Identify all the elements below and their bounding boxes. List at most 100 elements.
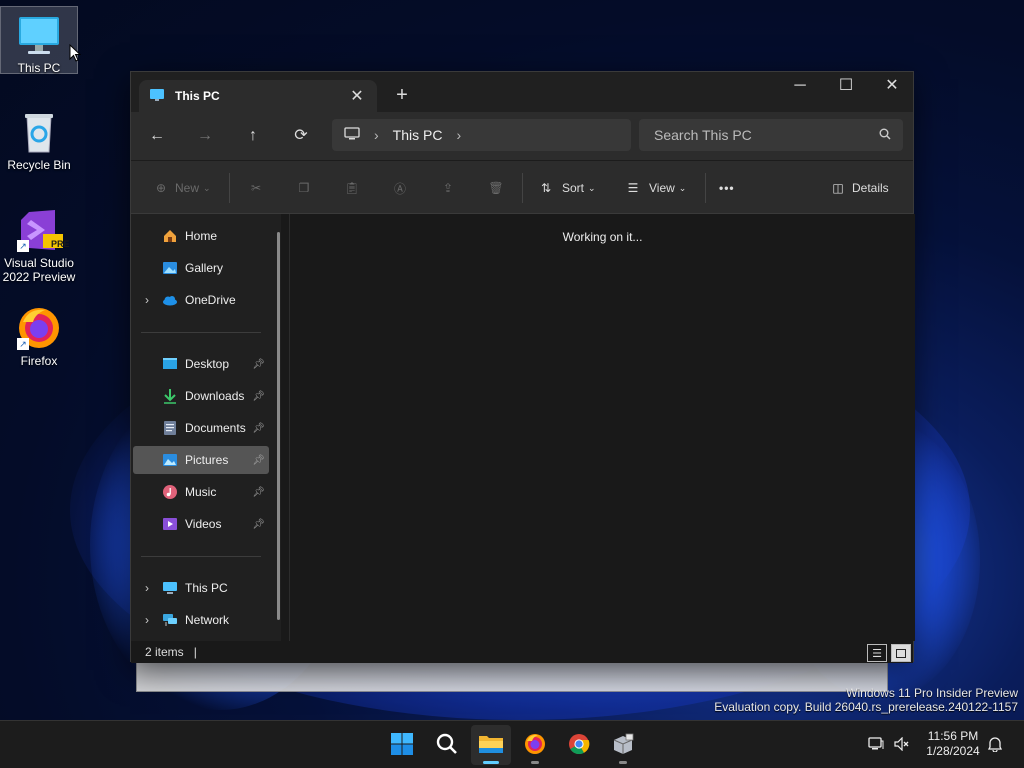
sidebar-item-videos[interactable]: Videos 📌︎ <box>133 510 269 538</box>
toolbar-divider <box>522 173 523 203</box>
view-button[interactable]: ☰ View ⌄ <box>623 175 687 201</box>
sidebar-item-label: Pictures <box>185 453 229 467</box>
sidebar-item-music[interactable]: Music 📌︎ <box>133 478 269 506</box>
sidebar-item-desktop[interactable]: Desktop 📌︎ <box>133 350 269 378</box>
search-box[interactable]: Search This PC <box>639 119 903 151</box>
pin-icon[interactable]: 📌︎ <box>252 519 265 530</box>
minimize-button[interactable]: ─ <box>777 72 823 102</box>
sidebar-item-onedrive[interactable]: › OneDrive <box>133 286 269 314</box>
folder-icon <box>478 733 504 758</box>
volume-muted-icon[interactable] <box>890 736 914 754</box>
file-list-pane[interactable]: Working on it... <box>289 214 915 641</box>
chevron-down-icon: ⌄ <box>678 182 687 193</box>
package-taskbar-button[interactable] <box>603 725 643 765</box>
chevron-right-icon[interactable]: › <box>133 293 161 307</box>
desktop-icon-visual-studio[interactable]: PRE ↗ Visual Studio 2022 Preview <box>0 202 78 284</box>
maximize-button[interactable]: ☐ <box>823 72 869 102</box>
home-icon <box>161 227 179 245</box>
chevron-right-icon[interactable]: › <box>133 581 161 595</box>
firefox-icon <box>523 732 547 759</box>
chrome-taskbar-button[interactable] <box>559 725 599 765</box>
sidebar-item-this-pc[interactable]: › This PC <box>133 574 269 602</box>
pictures-icon <box>161 451 179 469</box>
breadcrumb-this-pc[interactable]: This PC <box>393 127 443 143</box>
cloud-icon <box>161 291 179 309</box>
pin-icon[interactable]: 📌︎ <box>252 359 265 370</box>
sort-icon: ⇅ <box>540 181 552 195</box>
desktop-icon-this-pc[interactable]: This PC <box>0 6 78 75</box>
navigation-pane: Home Gallery › OneDrive Desktop 📌︎ Downl… <box>131 214 281 641</box>
notification-button[interactable] <box>987 721 1003 768</box>
chevron-right-icon: › <box>374 127 379 143</box>
paste-button[interactable]: 📋︎ <box>342 175 362 201</box>
details-pane-button[interactable]: ◫ Details <box>828 175 889 201</box>
share-button[interactable]: ⇪ <box>438 175 458 201</box>
delete-button[interactable]: 🗑︎ <box>486 175 506 201</box>
title-bar[interactable]: This PC ✕ + ─ ☐ ✕ <box>131 72 913 112</box>
firefox-taskbar-button[interactable] <box>515 725 555 765</box>
clock[interactable]: 11:56 PM 1/28/2024 <box>920 729 986 759</box>
sidebar-item-home[interactable]: Home <box>133 222 269 250</box>
toolbar-divider <box>705 173 706 203</box>
watermark-line-2: Evaluation copy. Build 26040.rs_prerelea… <box>714 700 1018 714</box>
sidebar-item-label: Network <box>185 613 230 627</box>
up-arrow-icon[interactable]: ↑ <box>237 122 269 150</box>
sort-label: Sort <box>562 181 585 195</box>
pin-icon[interactable]: 📌︎ <box>252 391 265 402</box>
trash-icon: 🗑︎ <box>488 181 504 195</box>
chevron-right-icon[interactable]: › <box>133 613 161 627</box>
large-icons-view-button[interactable] <box>891 644 911 662</box>
sidebar-item-downloads[interactable]: Downloads 📌︎ <box>133 382 269 410</box>
copy-button[interactable]: ❐ <box>294 175 314 201</box>
cut-button[interactable]: ✂ <box>246 175 266 201</box>
share-icon: ⇪ <box>442 181 454 195</box>
view-label: View <box>649 181 675 195</box>
sidebar-item-label: Videos <box>185 517 222 531</box>
search-button[interactable] <box>427 725 467 765</box>
new-button[interactable]: ⊕ New ⌄ <box>151 175 211 201</box>
monitor-icon <box>149 87 165 106</box>
close-tab-icon[interactable]: ✕ <box>347 86 367 106</box>
details-view-button[interactable]: ☰ <box>867 644 887 662</box>
address-bar[interactable]: › This PC › <box>332 119 631 151</box>
new-label: New <box>175 181 200 195</box>
recycle-bin-icon <box>15 108 63 156</box>
search-icon <box>435 732 459 759</box>
file-explorer-taskbar-button[interactable] <box>471 725 511 765</box>
desktop-icon-recycle-bin[interactable]: Recycle Bin <box>0 104 78 172</box>
chevron-right-icon[interactable]: › <box>456 127 461 143</box>
sidebar-item-network[interactable]: › Network <box>133 606 269 634</box>
sort-button[interactable]: ⇅ Sort ⌄ <box>536 175 596 201</box>
desktop-icon-firefox[interactable]: ↗ Firefox <box>0 300 78 368</box>
sidebar-scrollbar[interactable] <box>277 232 280 620</box>
sidebar-item-label: Home <box>185 229 218 243</box>
more-options-button[interactable]: ••• <box>719 175 735 201</box>
chevron-down-icon: ⌄ <box>588 182 596 193</box>
rename-button[interactable]: Ⓐ <box>390 175 410 201</box>
plus-circle-icon: ⊕ <box>155 181 167 195</box>
details-label: Details <box>852 181 889 195</box>
shortcut-arrow-icon: ↗ <box>17 240 29 252</box>
forward-arrow-icon[interactable]: → <box>189 122 221 150</box>
pin-icon[interactable]: 📌︎ <box>252 423 265 434</box>
documents-icon <box>161 419 179 437</box>
start-button[interactable] <box>382 725 422 765</box>
sidebar-item-pictures[interactable]: Pictures 📌︎ <box>133 446 269 474</box>
sidebar-item-label: Downloads <box>185 389 245 403</box>
pin-icon[interactable]: 📌︎ <box>252 487 265 498</box>
pin-icon[interactable]: 📌︎ <box>252 455 265 466</box>
desktop-icon-label: Firefox <box>20 354 58 368</box>
close-button[interactable]: ✕ <box>869 72 915 102</box>
tab-this-pc[interactable]: This PC ✕ <box>139 80 377 112</box>
new-tab-button[interactable]: + <box>389 83 415 109</box>
status-divider: | <box>193 645 197 659</box>
sidebar-item-documents[interactable]: Documents 📌︎ <box>133 414 269 442</box>
display-settings-icon[interactable] <box>866 736 886 754</box>
visual-studio-icon: PRE ↗ <box>15 206 70 254</box>
navigation-bar: ← → ↑ ⟳ › This PC › Search This PC <box>131 112 913 160</box>
back-arrow-icon[interactable]: ← <box>141 122 173 150</box>
desktop-icon-label: This PC <box>17 61 61 75</box>
clock-time: 11:56 PM <box>927 729 979 743</box>
refresh-icon[interactable]: ⟳ <box>285 122 317 150</box>
sidebar-item-gallery[interactable]: Gallery <box>133 254 269 282</box>
